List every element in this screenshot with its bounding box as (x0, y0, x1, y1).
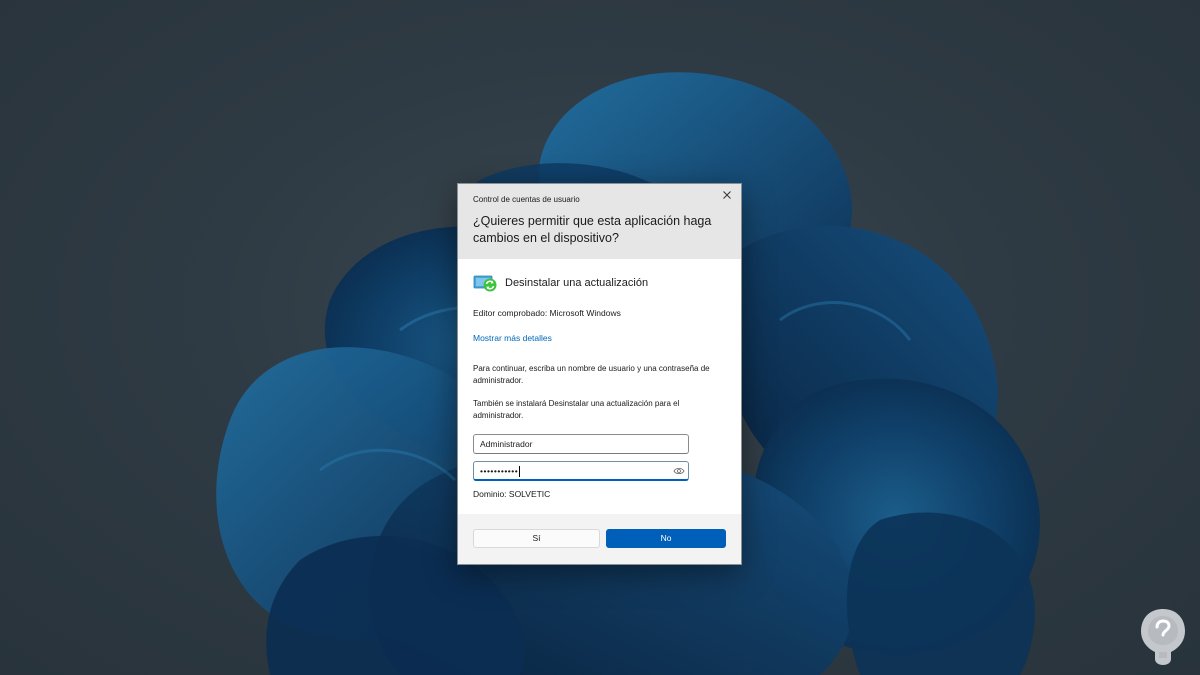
publisher-label: Editor comprobado: Microsoft Windows (473, 308, 621, 318)
instruction-text: Para continuar, escriba un nombre de usu… (473, 364, 710, 385)
app-name: Desinstalar una actualización (505, 277, 649, 289)
dialog-question: ¿Quieres permitir que esta aplicación ha… (473, 214, 712, 245)
app-info-row: Desinstalar una actualización (473, 272, 726, 294)
also-install-text: También se instalará Desinstalar una act… (473, 399, 680, 420)
close-icon[interactable] (719, 187, 735, 203)
show-more-details-link[interactable]: Mostrar más detalles (473, 333, 552, 343)
eye-icon[interactable] (673, 465, 685, 477)
username-value: Administrador (480, 439, 533, 449)
uac-dialog: Control de cuentas de usuario ¿Quieres p… (457, 183, 742, 565)
update-refresh-icon (473, 275, 497, 292)
domain-label: Dominio: SOLVETIC (473, 489, 551, 499)
solvetic-logo (1141, 609, 1185, 665)
text-caret (519, 466, 521, 478)
password-input[interactable]: ••••••••••• (473, 461, 689, 481)
desktop: Control de cuentas de usuario ¿Quieres p… (0, 0, 1200, 675)
yes-button[interactable]: Sí (473, 529, 600, 548)
no-button[interactable]: No (606, 529, 726, 548)
username-input[interactable]: Administrador (473, 434, 689, 454)
password-wrapper: ••••••••••• (473, 461, 689, 481)
dialog-footer: Sí No (458, 514, 741, 564)
window-title: Control de cuentas de usuario (473, 195, 580, 204)
password-mask: ••••••••••• (480, 466, 519, 476)
dialog-header: Control de cuentas de usuario ¿Quieres p… (458, 184, 741, 259)
dialog-body: Desinstalar una actualización Editor com… (458, 272, 741, 529)
